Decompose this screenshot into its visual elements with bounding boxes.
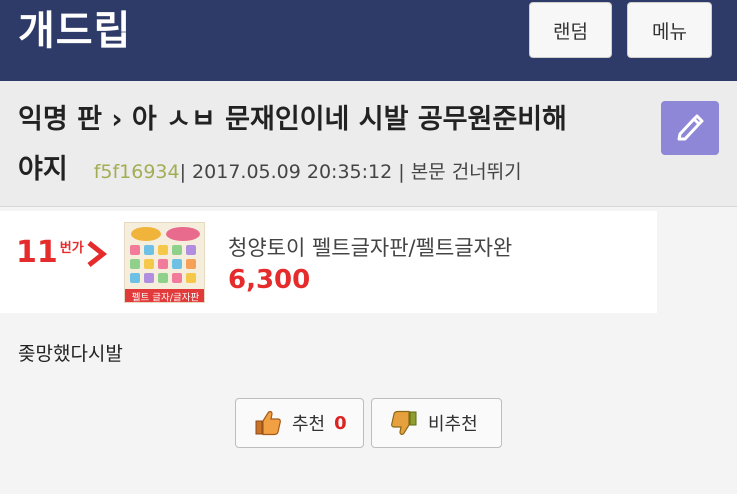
- pencil-icon: [674, 110, 706, 146]
- ad-banner[interactable]: 11 번가 펠트 글자/글자판 청양토이 펠트글자판/펠트글자완 6,300: [0, 211, 657, 313]
- site-logo[interactable]: 개드립: [18, 4, 131, 58]
- post-title-continued: 야지: [18, 154, 68, 185]
- upvote-button[interactable]: 추천 0: [235, 398, 364, 448]
- thumbs-down-icon: [389, 408, 419, 438]
- upvote-count: 0: [334, 412, 347, 434]
- post-title: 익명 판 › 아 ㅅㅂ 문재인이네 시발 공무원준비해: [18, 104, 567, 135]
- post-author[interactable]: f5f16934: [94, 161, 180, 183]
- downvote-label: 비추천: [428, 414, 478, 435]
- random-button[interactable]: 랜덤: [529, 2, 612, 58]
- menu-button[interactable]: 메뉴: [627, 2, 712, 58]
- edit-button[interactable]: [661, 101, 719, 155]
- chevron-right-icon: [87, 241, 107, 267]
- post-body: 좆망했다시발: [18, 343, 123, 365]
- 11st-logo: 11 번가: [16, 238, 108, 268]
- thumbs-up-icon: [253, 408, 283, 438]
- post-meta-row: 야지 f5f16934 | 2017.05.09 20:35:12 | 본문 건…: [18, 147, 522, 186]
- post-meta: | 2017.05.09 20:35:12 | 본문 건너뛰기: [179, 161, 522, 183]
- top-bar: 개드립 랜덤 메뉴: [0, 0, 737, 81]
- ad-product-title[interactable]: 청양토이 펠트글자판/펠트글자완: [228, 232, 512, 262]
- thumbnail-caption: 펠트 글자/글자판: [132, 292, 200, 304]
- ad-product-thumbnail[interactable]: 펠트 글자/글자판: [124, 222, 205, 303]
- downvote-button[interactable]: 비추천: [371, 398, 502, 448]
- ad-product-price: 6,300: [228, 265, 311, 295]
- upvote-label: 추천: [292, 414, 326, 435]
- post-header: 익명 판 › 아 ㅅㅂ 문재인이네 시발 공무원준비해 야지 f5f16934 …: [0, 81, 737, 207]
